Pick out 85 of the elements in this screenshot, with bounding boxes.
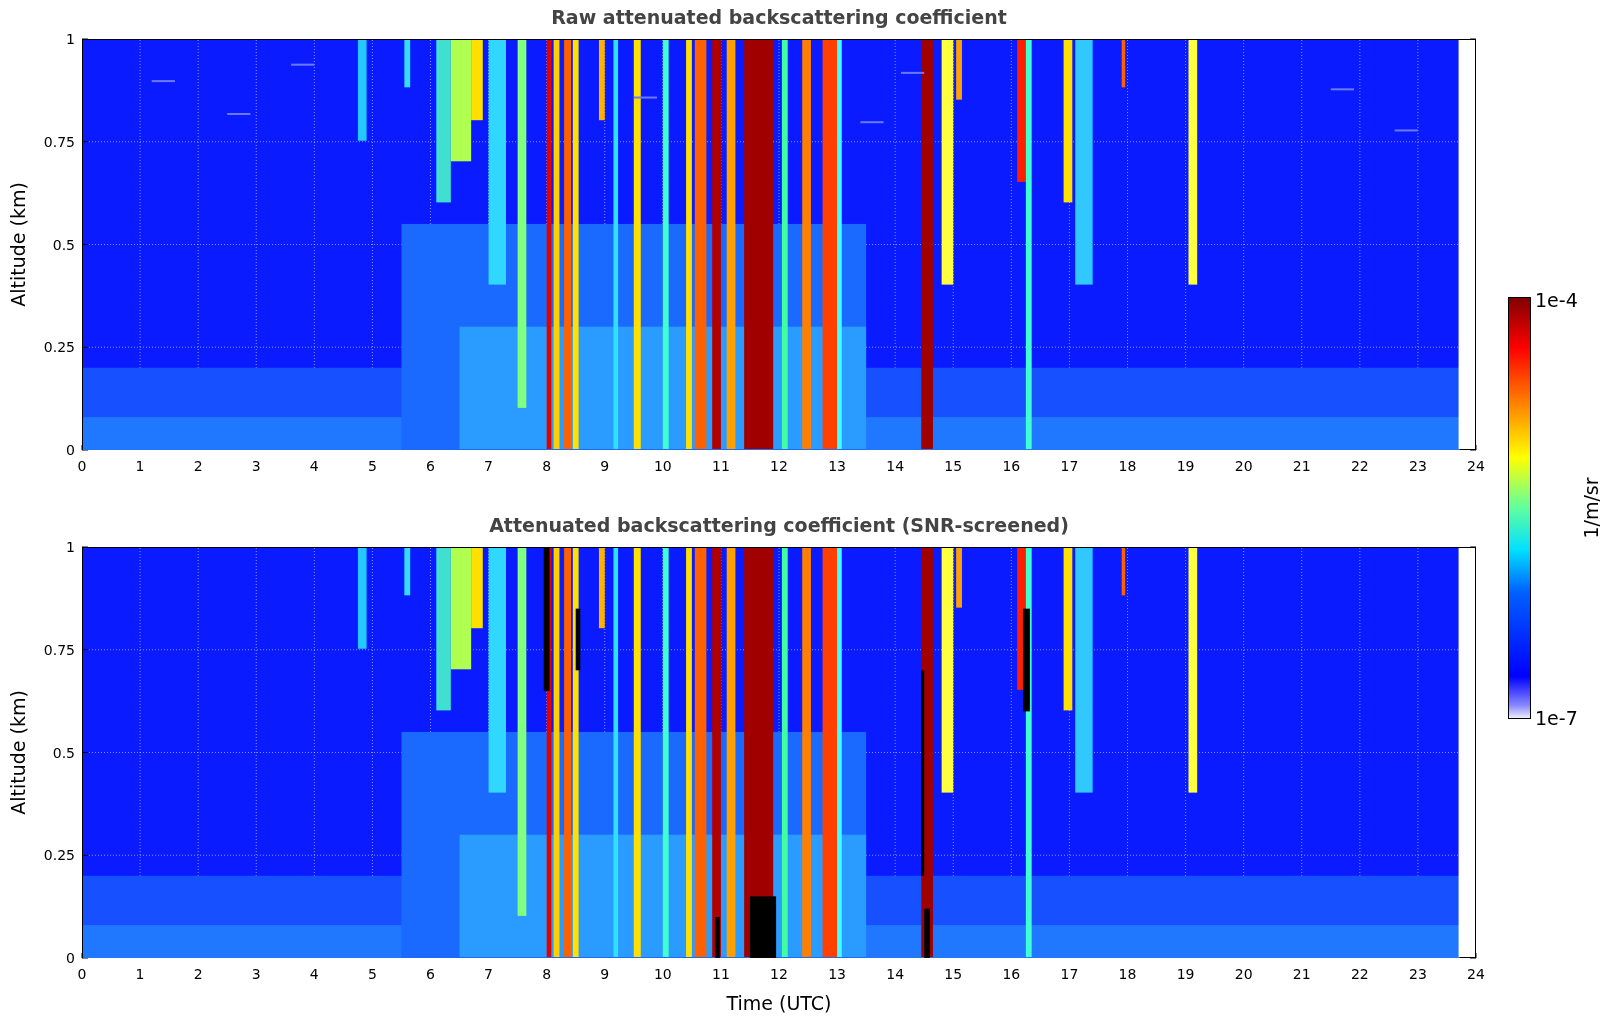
- tick-label: 5: [367, 966, 377, 982]
- heatmap-column: [1121, 548, 1126, 596]
- tick-label: 24: [1467, 458, 1485, 474]
- tick-label: 17: [1060, 458, 1079, 474]
- tick-label: 16: [1002, 458, 1021, 474]
- axis-label: Altitude (km): [7, 182, 29, 307]
- tick-label: 10: [653, 966, 672, 982]
- tick-label: 6: [426, 458, 435, 474]
- tick-label: 7: [484, 966, 494, 982]
- tick-label: 1: [135, 458, 145, 474]
- tick-label: 20: [1234, 966, 1253, 982]
- heatmap-column: [404, 548, 411, 596]
- tick-label: 4: [309, 458, 319, 474]
- tick-label: 22: [1350, 966, 1369, 982]
- masked-region: [715, 916, 720, 958]
- tick-label: 20: [1234, 458, 1253, 474]
- tick-label: 11: [712, 458, 730, 474]
- noise-speckle: [1330, 88, 1354, 91]
- tick-label: 19: [1176, 966, 1195, 982]
- tick-label: 15: [944, 966, 963, 982]
- noise-speckle: [291, 63, 315, 66]
- axis-label: Altitude (km): [7, 690, 29, 815]
- tick-label: 6: [426, 966, 435, 982]
- tick-label: 8: [542, 966, 552, 982]
- tick-label: 11: [712, 966, 730, 982]
- tick-label: 21: [1292, 458, 1311, 474]
- tick-label: 8: [542, 458, 552, 474]
- tick-label: 1: [66, 539, 75, 555]
- masked-region: [575, 608, 581, 671]
- tick-label: 0.75: [43, 641, 75, 658]
- tick-label: 0: [66, 950, 75, 966]
- tick-label: 10: [653, 458, 672, 474]
- tick-label: 12: [770, 458, 788, 474]
- tick-label: 17: [1060, 966, 1079, 982]
- tick-label: 2: [193, 966, 203, 982]
- tick-label: 5: [367, 458, 377, 474]
- tick-label: 16: [1002, 966, 1021, 982]
- tick-label: 14: [886, 966, 905, 982]
- tick-label: 0: [77, 458, 87, 474]
- axis-label: Time (UTC): [726, 992, 832, 1014]
- noise-speckle: [633, 96, 658, 99]
- tick-label: 0.75: [43, 133, 75, 150]
- colorbar-label: 1/m/sr: [1580, 477, 1602, 539]
- tick-label: 14: [886, 458, 905, 474]
- tick-label: 21: [1292, 966, 1311, 982]
- tick-label: 0: [66, 442, 75, 458]
- tick-label: 9: [600, 458, 610, 474]
- tick-label: 1: [66, 31, 75, 47]
- tick-label: 9: [600, 966, 610, 982]
- chart-title: Raw attenuated backscattering coefficient: [551, 6, 1007, 28]
- tick-label: 1: [135, 966, 145, 982]
- tick-label: 22: [1350, 458, 1369, 474]
- tick-label: 12: [770, 966, 788, 982]
- tick-label: 13: [828, 966, 846, 982]
- noise-speckle: [860, 121, 884, 124]
- colorbar-tick-label: 1e-7: [1535, 707, 1578, 729]
- tick-label: 18: [1118, 458, 1137, 474]
- tick-label: 2: [193, 458, 203, 474]
- tick-label: 19: [1176, 458, 1195, 474]
- chart-title: Attenuated backscattering coefficient (SNR-screened): [489, 514, 1069, 536]
- heatmap-column: [956, 40, 962, 100]
- tick-label: 23: [1409, 966, 1427, 982]
- masked-region: [924, 908, 930, 958]
- tick-label: 3: [251, 458, 261, 474]
- tick-label: 4: [309, 966, 319, 982]
- tick-label: 13: [828, 458, 846, 474]
- tick-label: 3: [251, 966, 261, 982]
- tick-label: 23: [1409, 458, 1427, 474]
- tick-label: 24: [1467, 966, 1485, 982]
- tick-label: 0.5: [52, 744, 75, 761]
- noise-speckle: [151, 80, 175, 83]
- tick-label: 0.5: [52, 236, 75, 253]
- masked-region: [749, 896, 777, 958]
- noise-speckle: [901, 71, 925, 74]
- tick-label: 18: [1118, 966, 1137, 982]
- heatmap-column: [1121, 40, 1126, 88]
- tick-label: 0.25: [43, 339, 75, 356]
- heatmap-column: [956, 548, 962, 608]
- colorbar-tick-label: 1e-4: [1535, 291, 1578, 311]
- heatmap-column: [404, 40, 411, 88]
- tick-label: 0.25: [43, 847, 75, 864]
- tick-label: 15: [944, 458, 963, 474]
- tick-label: 7: [484, 458, 494, 474]
- noise-speckle: [1394, 129, 1418, 132]
- tick-label: 0: [77, 966, 87, 982]
